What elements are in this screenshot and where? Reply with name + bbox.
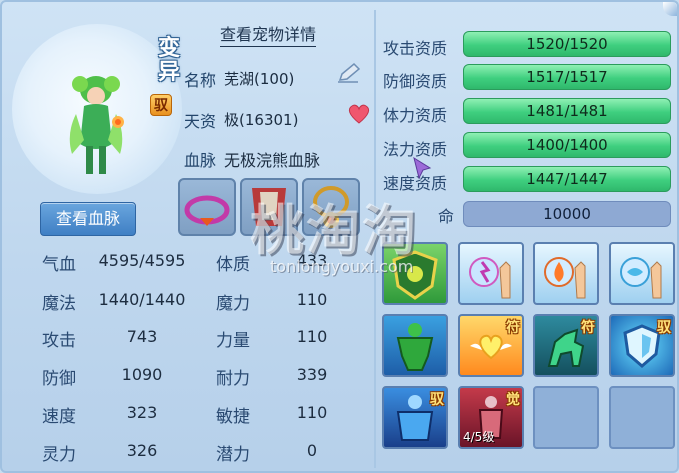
pet-sprite — [69, 76, 124, 174]
stat-label-magic: 魔力 — [216, 294, 250, 314]
skill-slot-2[interactable] — [458, 242, 524, 305]
stat-label-speed: 速度 — [42, 407, 76, 427]
skill-slot-7[interactable]: 符 — [533, 314, 599, 377]
skill-slot-empty[interactable] — [533, 386, 599, 449]
apt-bar-attack: 1520/1520 — [463, 31, 671, 57]
stat-value-hp: 4595/4595 — [98, 251, 186, 270]
apt-bar-defense: 1517/1517 — [463, 64, 671, 90]
equip-slot-armor[interactable] — [240, 178, 298, 236]
apt-label-defense: 防御资质 — [383, 72, 448, 91]
stat-label-endurance: 耐力 — [216, 369, 250, 389]
mutation-badge: 变异 — [157, 35, 180, 85]
skill-tag: 驭 — [430, 392, 444, 408]
stat-label-strength: 力量 — [216, 331, 250, 351]
armor-icon — [252, 188, 286, 226]
stat-value-agility: 110 — [296, 403, 328, 422]
equip-slot-collar[interactable] — [178, 178, 236, 236]
equip-slot-amulet[interactable] — [302, 178, 360, 236]
lifespan-bar: 10000 — [463, 201, 671, 227]
skill-slot-1[interactable] — [382, 242, 448, 305]
stat-value-strength: 110 — [296, 327, 328, 346]
stat-label-hp: 气血 — [42, 255, 76, 275]
skill-slot-9[interactable]: 驭 — [382, 386, 448, 449]
heart-icon[interactable] — [347, 103, 371, 125]
skill-tag: 驭 — [657, 320, 671, 336]
stat-label-attack: 攻击 — [42, 331, 76, 351]
apt-label-attack: 攻击资质 — [383, 39, 448, 58]
collar-icon — [184, 195, 230, 226]
skill-slot-8[interactable]: 驭 — [609, 314, 675, 377]
stat-value-spirit: 326 — [126, 441, 158, 460]
pet-info-panel: 变异 驭 查看血脉 查看宠物详情 名称 芜湖(100) 天资 极(16301) … — [0, 0, 679, 473]
aptitude-value: 极(16301) — [224, 111, 299, 129]
stat-label-mp: 魔法 — [42, 294, 76, 314]
pencil-icon[interactable] — [336, 62, 362, 84]
stat-value-potential: 0 — [306, 441, 318, 460]
bloodline-label: 血脉 — [184, 151, 217, 170]
stat-value-defense: 1090 — [121, 365, 163, 384]
pet-portrait: 变异 驭 — [12, 24, 182, 194]
bind-tag: 驭 — [150, 94, 172, 116]
aptitude-label: 天资 — [184, 112, 217, 131]
name-value: 芜湖(100) — [224, 70, 295, 88]
stat-value-constitution: 433 — [296, 251, 328, 270]
skill-tag: 觉 — [506, 392, 520, 408]
column-divider — [374, 10, 376, 468]
stat-value-mp: 1440/1440 — [98, 290, 186, 309]
apt-bar-stamina: 1481/1481 — [463, 98, 671, 124]
apt-bar-mana: 1400/1400 — [463, 132, 671, 158]
skill-slot-6[interactable]: 符 — [458, 314, 524, 377]
skill-slot-3[interactable] — [533, 242, 599, 305]
apt-bar-speed: 1447/1447 — [463, 166, 671, 192]
view-bloodline-button[interactable]: 查看血脉 — [40, 202, 136, 236]
stat-label-spirit: 灵力 — [42, 445, 76, 465]
skill-level: 4/5级 — [463, 430, 495, 444]
crystal-cursor-icon — [413, 156, 432, 180]
hand-lightning-skill-icon — [469, 257, 511, 299]
stat-label-agility: 敏捷 — [216, 407, 250, 427]
skill-slot-empty[interactable] — [609, 386, 675, 449]
skill-slot-4[interactable] — [609, 242, 675, 305]
stat-label-defense: 防御 — [42, 369, 76, 389]
view-pet-details-link[interactable]: 查看宠物详情 — [220, 24, 317, 47]
skill-tag: 符 — [581, 320, 595, 336]
skill-tag: 符 — [506, 320, 520, 336]
skill-slot-5[interactable] — [382, 314, 448, 377]
lifespan-label: 命 — [438, 207, 455, 226]
stat-value-magic: 110 — [296, 290, 328, 309]
name-label: 名称 — [184, 71, 217, 90]
amulet-icon — [313, 186, 349, 228]
stat-value-endurance: 339 — [296, 365, 328, 384]
stat-label-potential: 潜力 — [216, 445, 250, 465]
bloodline-value: 无极浣熊血脉 — [224, 151, 321, 170]
hand-water-skill-icon — [620, 257, 662, 299]
stat-value-speed: 323 — [126, 403, 158, 422]
green-strongman-skill-icon — [396, 323, 434, 371]
shield-cursed-skill-icon — [392, 250, 438, 300]
skill-slot-10[interactable]: 觉 4/5级 — [458, 386, 524, 449]
hand-fire-skill-icon — [544, 257, 586, 299]
stat-value-attack: 743 — [126, 327, 158, 346]
panel-corner-ornament — [663, 2, 677, 16]
stat-label-constitution: 体质 — [216, 255, 250, 275]
apt-label-stamina: 体力资质 — [383, 106, 448, 125]
